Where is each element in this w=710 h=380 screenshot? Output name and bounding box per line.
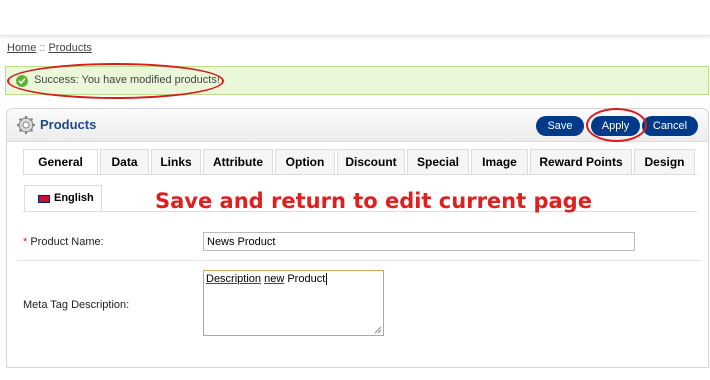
tab-design[interactable]: Design	[634, 149, 695, 174]
cancel-button[interactable]: Cancel	[642, 116, 698, 136]
meta-word-1: Description	[206, 273, 262, 285]
tab-general[interactable]: General	[23, 149, 98, 175]
tab-discount[interactable]: Discount	[337, 149, 405, 174]
tab-data[interactable]: Data	[100, 149, 149, 174]
resize-grip-icon[interactable]	[374, 326, 382, 334]
uk-flag-icon	[38, 195, 50, 203]
meta-description-label: Meta Tag Description:	[23, 299, 130, 311]
tab-reward-points[interactable]: Reward Points	[530, 149, 632, 174]
save-button[interactable]: Save	[536, 116, 584, 136]
meta-word-3: Product	[287, 273, 326, 285]
language-label: English	[54, 192, 94, 204]
meta-word-2: new	[264, 273, 285, 285]
breadcrumb-products-link[interactable]: Products	[48, 42, 91, 54]
required-mark: *	[23, 236, 28, 248]
tab-attribute[interactable]: Attribute	[203, 149, 273, 174]
product-name-label: * Product Name:	[23, 236, 104, 248]
highlight-ellipse-apply	[586, 108, 647, 142]
tab-image[interactable]: Image	[471, 149, 528, 174]
meta-description-textarea[interactable]: Description new Product	[203, 270, 384, 336]
tab-special[interactable]: Special	[407, 149, 469, 174]
breadcrumb-home-link[interactable]: Home	[7, 42, 36, 54]
language-tab-english[interactable]: English	[24, 185, 102, 211]
product-name-input[interactable]	[203, 232, 635, 251]
gear-icon	[17, 116, 35, 134]
highlight-ellipse-success	[7, 63, 224, 99]
top-banner	[0, 0, 710, 36]
breadcrumb-separator: ::	[39, 42, 46, 54]
breadcrumb: Home:: Products	[7, 42, 92, 54]
text-cursor	[326, 273, 328, 285]
row-divider	[17, 260, 700, 261]
annotation-text: Save and return to edit current page	[155, 189, 592, 213]
panel-header: Products Save Apply Cancel	[7, 108, 708, 142]
product-name-label-text: Product Name:	[30, 236, 104, 248]
tab-links[interactable]: Links	[151, 149, 201, 174]
page-title: Products	[40, 117, 97, 132]
products-panel: Products Save Apply Cancel General Data …	[6, 108, 709, 368]
tabs-divider	[23, 174, 697, 175]
tab-option[interactable]: Option	[275, 149, 335, 174]
